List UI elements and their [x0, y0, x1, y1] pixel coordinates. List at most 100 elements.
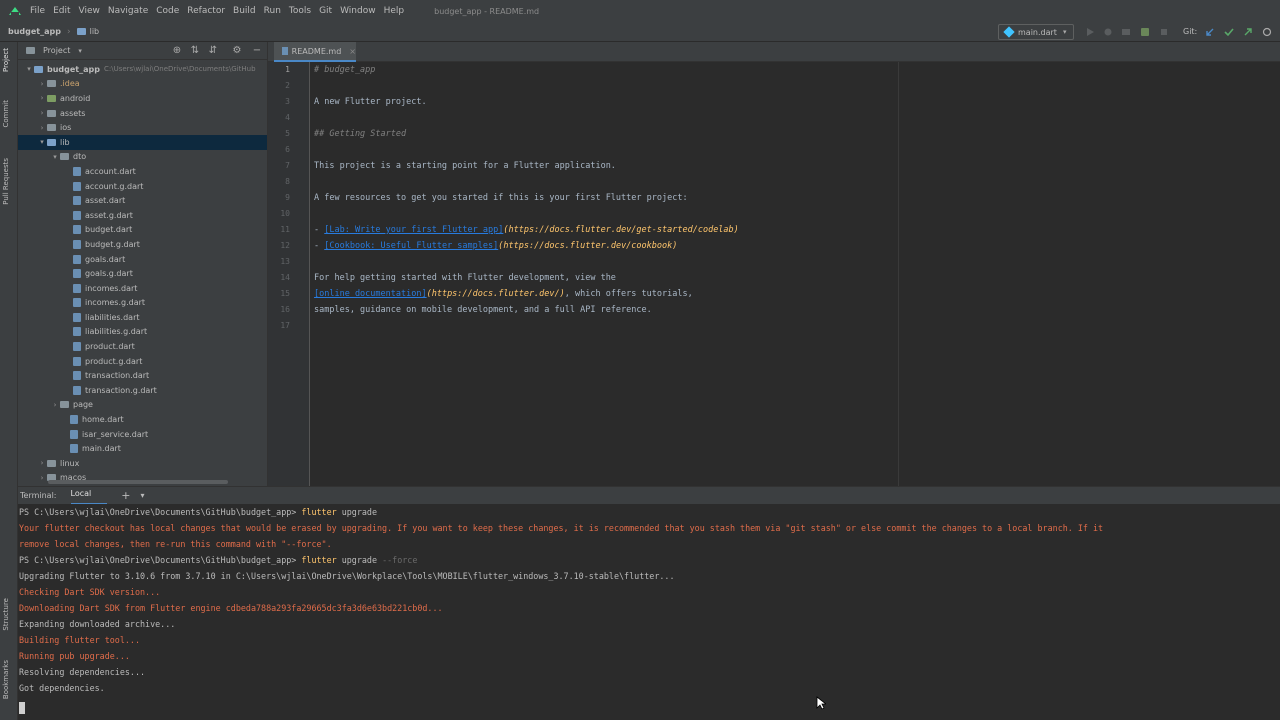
tree-file-item[interactable]: isar_service.dart [18, 427, 267, 442]
expand-all-icon[interactable]: ⇅ [190, 46, 200, 56]
tree-file-item[interactable]: asset.dart [18, 193, 267, 208]
code-line[interactable]: - [Lab: Write your first Flutter app](ht… [314, 225, 739, 235]
terminal-tab-local[interactable]: Local [70, 487, 108, 505]
menu-item-git[interactable]: Git [319, 6, 332, 16]
tree-item-label: isar_service.dart [82, 429, 149, 439]
menu-item-tools[interactable]: Tools [289, 6, 311, 16]
chevron-right-icon[interactable]: › [37, 94, 47, 102]
menu-item-run[interactable]: Run [264, 6, 281, 16]
menu-item-file[interactable]: File [30, 6, 45, 16]
gear-icon[interactable]: ⚙ [232, 46, 242, 56]
chevron-right-icon[interactable]: › [50, 401, 60, 409]
code-line[interactable]: - [Cookbook: Useful Flutter samples](htt… [314, 241, 677, 251]
tree-folder-item[interactable]: › ios [18, 120, 267, 135]
hot-reload-icon[interactable] [1121, 27, 1131, 37]
chevron-right-icon[interactable]: › [37, 124, 47, 132]
right-margin-guide [898, 62, 899, 486]
tree-file-item[interactable]: account.g.dart [18, 179, 267, 194]
chevron-right-icon[interactable]: › [37, 109, 47, 117]
run-icon[interactable] [1085, 27, 1095, 37]
git-push-icon[interactable] [1243, 27, 1253, 37]
menu-item-window[interactable]: Window [340, 6, 376, 16]
tree-file-item[interactable]: transaction.g.dart [18, 383, 267, 398]
breadcrumb-folder[interactable]: lib [76, 27, 99, 36]
git-commit-icon[interactable] [1224, 27, 1234, 37]
tree-file-item[interactable]: incomes.g.dart [18, 296, 267, 311]
tree-file-item[interactable]: incomes.dart [18, 281, 267, 296]
chevron-right-icon[interactable]: › [37, 474, 47, 482]
horizontal-scrollbar[interactable] [48, 480, 228, 484]
tool-tab-bookmarks[interactable]: Bookmarks [2, 660, 10, 699]
menu-item-build[interactable]: Build [233, 6, 256, 16]
code-line[interactable]: This project is a starting point for a F… [314, 161, 616, 171]
code-editor[interactable]: 1 2 3 4 5 6 7 8 9 10 11 12 13 14 15 16 17 # budget_app A … [268, 62, 1280, 486]
project-view-icon [26, 47, 35, 54]
code-line[interactable]: [online documentation](https://docs.flut… [314, 289, 693, 299]
tree-file-item[interactable]: liabilities.dart [18, 310, 267, 325]
close-icon[interactable]: × [349, 47, 356, 56]
code-line[interactable]: ## Getting Started [314, 129, 406, 139]
chevron-right-icon[interactable]: › [37, 459, 47, 467]
tool-tab-structure[interactable]: Structure [2, 598, 10, 631]
tree-folder-item[interactable]: › linux [18, 456, 267, 471]
debug-icon[interactable] [1103, 27, 1113, 37]
chevron-down-icon[interactable]: ▾ [37, 138, 47, 146]
locate-file-icon[interactable]: ⊕ [172, 46, 182, 56]
menu-item-view[interactable]: View [79, 6, 100, 16]
breadcrumb-project[interactable]: budget_app [8, 27, 61, 36]
stop-icon[interactable] [1159, 27, 1169, 37]
tree-folder-item[interactable]: › page [18, 398, 267, 413]
tool-tab-project[interactable]: Project [2, 48, 10, 72]
terminal-text: upgrade [336, 507, 378, 517]
chevron-down-icon[interactable]: ▾ [24, 65, 34, 73]
markdown-link-text[interactable]: [Cookbook: Useful Flutter samples] [324, 241, 498, 251]
folder-icon [47, 109, 56, 117]
chevron-down-icon[interactable]: ▾ [140, 491, 144, 500]
tree-file-item[interactable]: main.dart [18, 441, 267, 456]
code-line[interactable]: # budget_app [314, 65, 375, 75]
menu-item-navigate[interactable]: Navigate [108, 6, 148, 16]
tree-file-item[interactable]: goals.dart [18, 252, 267, 267]
project-view-dropdown[interactable]: Project [43, 46, 70, 55]
tree-file-item[interactable]: account.dart [18, 164, 267, 179]
menu-item-help[interactable]: Help [384, 6, 405, 16]
collapse-all-icon[interactable]: ⇵ [208, 46, 218, 56]
hide-panel-icon[interactable]: − [252, 46, 262, 56]
code-line[interactable]: A few resources to get you started if th… [314, 193, 688, 203]
device-manager-icon[interactable] [1140, 27, 1150, 37]
tab-readme[interactable]: README.md × [274, 42, 356, 62]
tree-file-item[interactable]: budget.g.dart [18, 237, 267, 252]
tree-folder-item[interactable]: ▾ budget_app C:\Users\wjlai\OneDrive\Docum… [18, 62, 267, 77]
chevron-down-icon[interactable]: ▾ [50, 153, 60, 161]
tool-tab-pull-requests[interactable]: Pull Requests [2, 158, 10, 205]
code-line[interactable]: samples, guidance on mobile development,… [314, 305, 652, 315]
tree-folder-item[interactable]: ▾ dto [18, 150, 267, 165]
tree-folder-item[interactable]: › assets [18, 106, 267, 121]
tree-folder-item[interactable]: ▾ lib [18, 134, 267, 150]
markdown-link-text[interactable]: [Lab: Write your first Flutter app] [324, 225, 503, 235]
git-update-icon[interactable] [1205, 27, 1215, 37]
tree-file-item[interactable]: transaction.dart [18, 368, 267, 383]
chevron-right-icon[interactable]: › [37, 80, 47, 88]
terminal-output[interactable]: PS C:\Users\wjlai\OneDrive\Documents\Git… [18, 504, 1280, 720]
tree-file-item[interactable]: liabilities.g.dart [18, 325, 267, 340]
menu-item-code[interactable]: Code [156, 6, 179, 16]
code-line[interactable]: For help getting started with Flutter de… [314, 273, 616, 283]
code-line[interactable]: A new Flutter project. [314, 97, 427, 107]
menu-item-refactor[interactable]: Refactor [187, 6, 225, 16]
tree-file-item[interactable]: budget.dart [18, 223, 267, 238]
git-history-icon[interactable] [1262, 27, 1272, 37]
tool-tab-commit[interactable]: Commit [2, 100, 10, 128]
tree-file-item[interactable]: product.g.dart [18, 354, 267, 369]
tree-file-item[interactable]: home.dart [18, 412, 267, 427]
run-configuration-dropdown[interactable]: main.dart ▾ [998, 24, 1074, 40]
tree-file-item[interactable]: asset.g.dart [18, 208, 267, 223]
chevron-down-icon[interactable]: ▾ [78, 47, 82, 55]
menu-item-edit[interactable]: Edit [53, 6, 70, 16]
tree-folder-item[interactable]: › .idea [18, 77, 267, 92]
tree-folder-item[interactable]: › android [18, 91, 267, 106]
tree-file-item[interactable]: product.dart [18, 339, 267, 354]
tree-file-item[interactable]: goals.g.dart [18, 266, 267, 281]
add-terminal-icon[interactable]: + [121, 489, 130, 502]
markdown-link-text[interactable]: [online documentation] [314, 289, 427, 299]
